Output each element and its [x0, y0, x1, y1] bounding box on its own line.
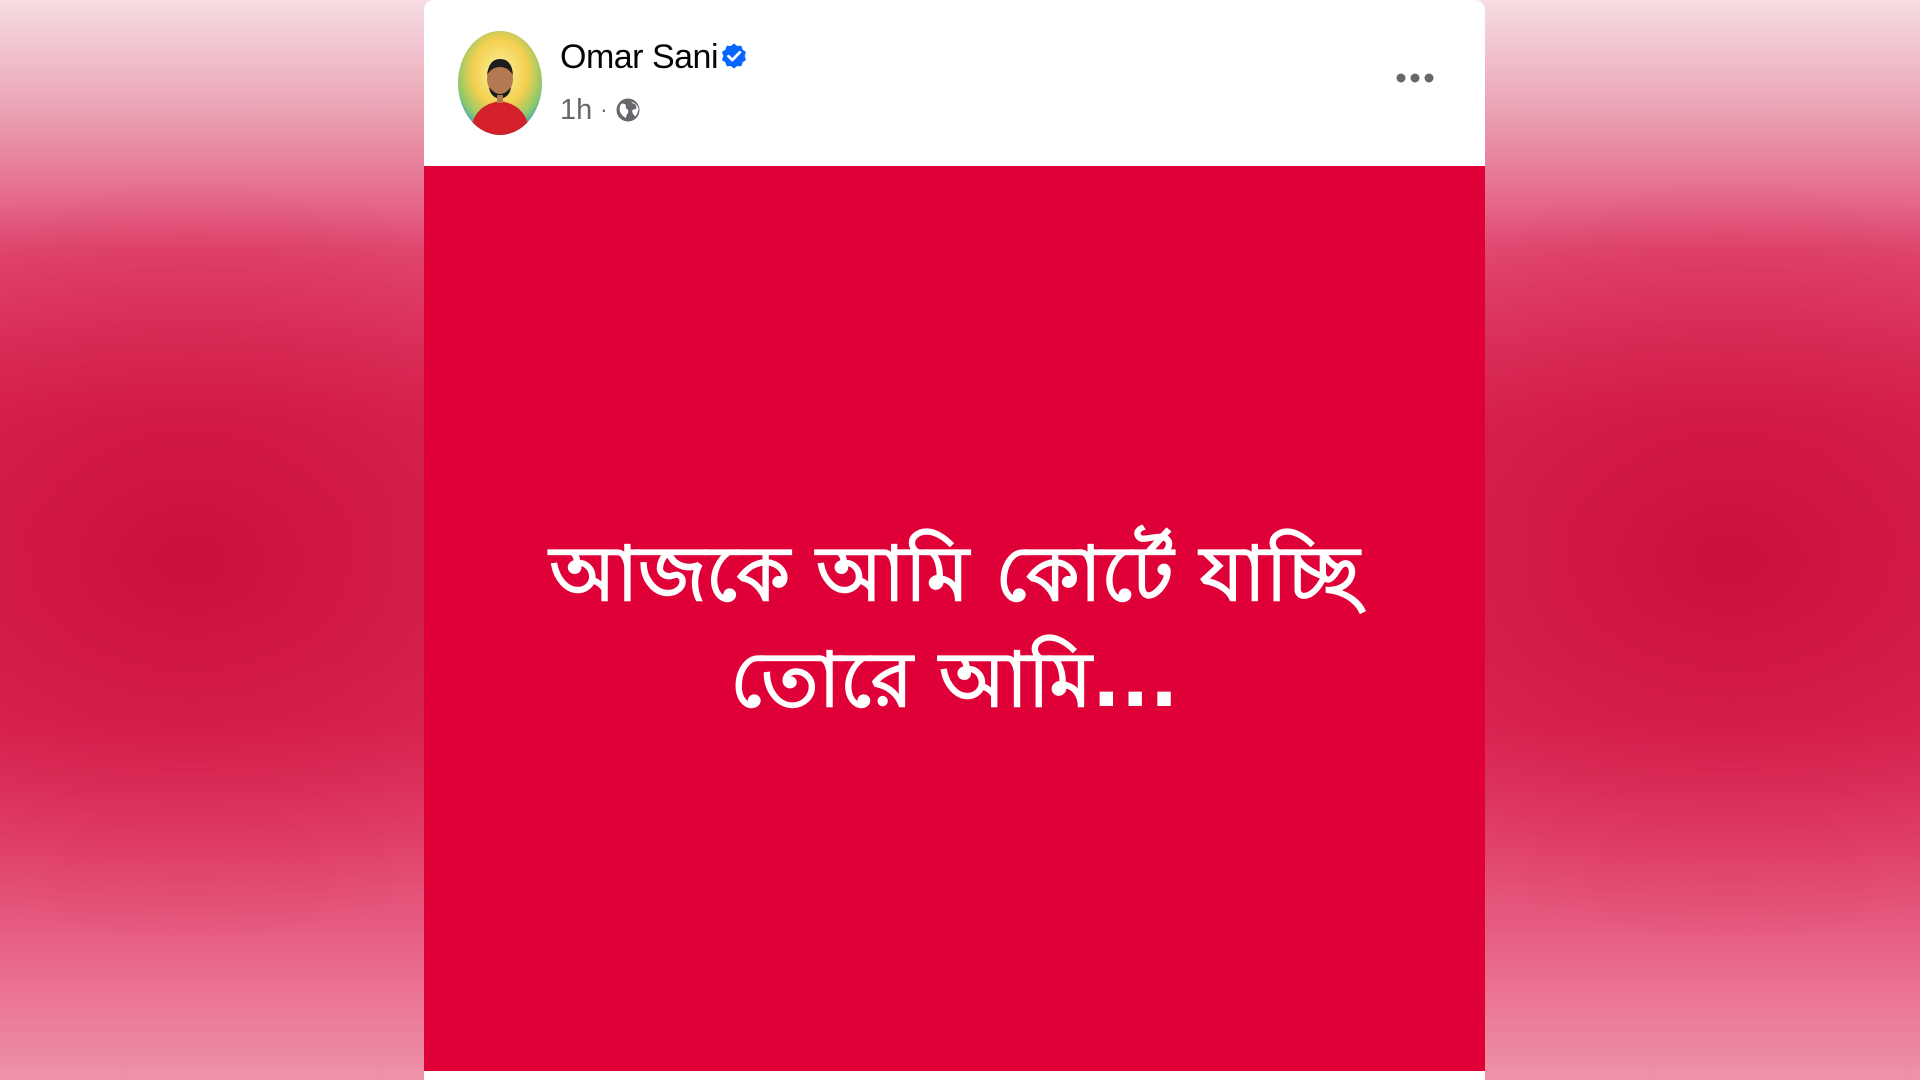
post-text-background: আজকে আমি কোর্টে যাচ্ছি তোরে আমি...: [424, 166, 1485, 1071]
post-timestamp[interactable]: 1h: [560, 94, 592, 127]
author-avatar[interactable]: [458, 31, 542, 135]
facebook-post-card: Omar Sani 1h · আজকে আমি কোর্টে যাচ্ছি তো…: [424, 0, 1485, 1080]
post-meta: 1h ·: [560, 92, 642, 128]
more-options-icon: [1396, 73, 1434, 83]
post-footer-edge: [424, 1071, 1485, 1080]
verified-badge-icon: [722, 43, 746, 69]
meta-separator: ·: [600, 97, 608, 122]
globe-icon[interactable]: [614, 96, 642, 124]
post-text-line-2: তোরে আমি...: [730, 635, 1179, 724]
profile-photo-icon: [458, 31, 542, 135]
author-name[interactable]: Omar Sani: [560, 38, 719, 77]
more-options-button[interactable]: [1390, 56, 1440, 100]
post-header: Omar Sani 1h ·: [424, 0, 1485, 166]
post-text: আজকে আমি কোর্টে যাচ্ছি তোরে আমি...: [424, 521, 1485, 733]
post-text-line-1: আজকে আমি কোর্টে যাচ্ছি: [549, 529, 1360, 618]
